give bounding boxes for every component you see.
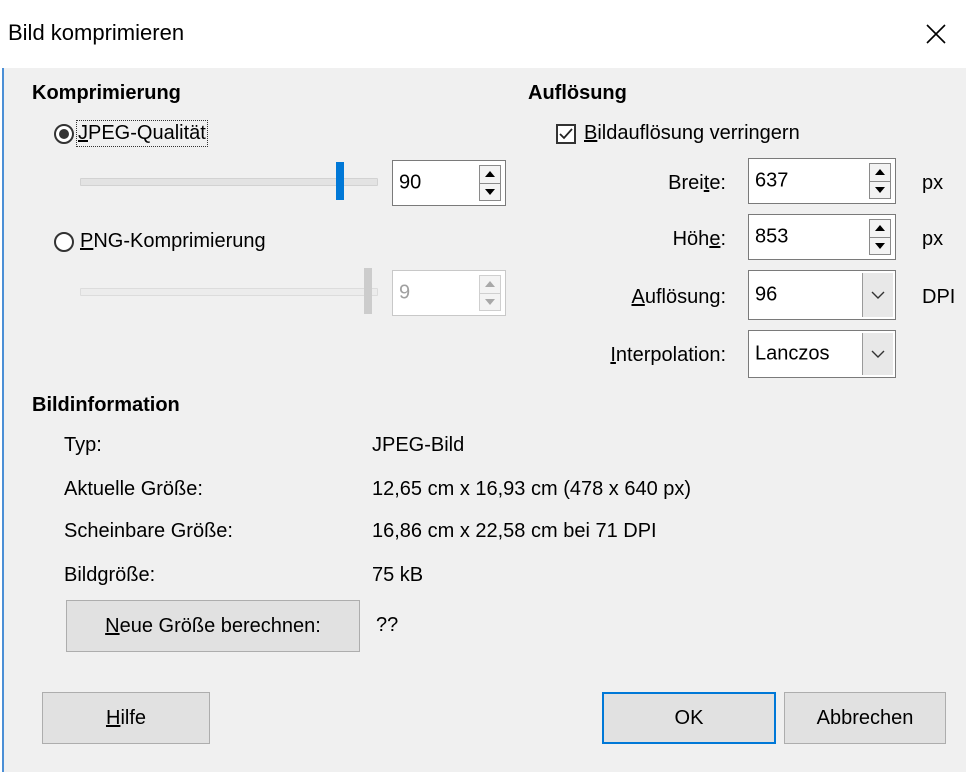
dialog-body: Komprimierung JPEG-Qualität 90 PNG-Kompr… <box>2 68 966 772</box>
calculate-new-size-label: Neue Größe berechnen: <box>105 614 321 637</box>
calculated-size-result: ?? <box>376 614 399 636</box>
jpeg-spin-up-button[interactable] <box>480 166 500 183</box>
arrow-up-icon <box>485 281 495 288</box>
dpi-dropdown-button[interactable] <box>862 273 893 317</box>
chevron-down-icon <box>871 350 885 358</box>
arrow-down-icon <box>875 242 885 249</box>
image-info-section-title: Bildinformation <box>32 394 180 416</box>
info-apparent-size-value: 16,86 cm x 22,58 cm bei 71 DPI <box>372 520 657 542</box>
arrow-down-icon <box>485 188 495 195</box>
help-label: Hilfe <box>105 706 147 729</box>
info-current-size-label: Aktuelle Größe: <box>64 478 203 500</box>
jpeg-quality-slider[interactable] <box>80 158 380 202</box>
jpeg-slider-thumb[interactable] <box>336 162 344 200</box>
reduce-resolution-check <box>556 123 576 144</box>
interpolation-combobox[interactable]: Lanczos <box>748 330 896 378</box>
jpeg-quality-label: JPEG-Qualität <box>76 120 208 147</box>
arrow-up-icon <box>875 225 885 232</box>
checkmark-icon <box>559 127 573 139</box>
close-button[interactable] <box>916 14 956 54</box>
arrow-down-icon <box>485 298 495 305</box>
calculate-new-size-button[interactable]: Neue Größe berechnen: <box>66 600 360 652</box>
dpi-label: Auflösung: <box>631 286 726 308</box>
height-spin-down-button[interactable] <box>870 236 890 255</box>
title-bar: Bild komprimieren <box>0 0 968 68</box>
png-radio-indicator <box>54 231 74 252</box>
arrow-up-icon <box>485 171 495 178</box>
interpolation-value[interactable]: Lanczos <box>755 343 830 366</box>
png-compression-radio[interactable]: PNG-Komprimierung <box>54 230 266 253</box>
width-label: Breite: <box>668 172 726 194</box>
info-current-size-value: 12,65 cm x 16,93 cm (478 x 640 px) <box>372 478 692 500</box>
interpolation-label: Interpolation: <box>610 344 726 366</box>
height-value[interactable]: 853 <box>755 226 788 249</box>
width-value[interactable]: 637 <box>755 170 788 193</box>
png-compression-label: PNG-Komprimierung <box>80 230 266 252</box>
resolution-section-title: Auflösung <box>528 82 627 104</box>
png-compression-slider[interactable] <box>80 266 380 314</box>
png-compression-spinbox[interactable]: 9 <box>392 270 506 316</box>
close-icon <box>926 24 946 44</box>
width-spin-up-button[interactable] <box>870 164 890 181</box>
dpi-value[interactable]: 96 <box>755 284 777 307</box>
png-slider-thumb[interactable] <box>364 268 372 314</box>
height-label: Höhe: <box>672 228 726 250</box>
compression-section-title: Komprimierung <box>32 82 181 104</box>
width-spinbox[interactable]: 637 <box>748 158 896 204</box>
info-apparent-size-label: Scheinbare Größe: <box>64 520 233 542</box>
reduce-resolution-checkbox[interactable]: Bildauflösung verringern <box>556 122 800 145</box>
width-unit: px <box>922 172 944 194</box>
jpeg-quality-spinbox[interactable]: 90 <box>392 160 506 206</box>
info-image-size-value: 75 kB <box>372 564 424 586</box>
help-button[interactable]: Hilfe <box>42 692 210 744</box>
jpeg-quality-radio[interactable]: JPEG-Qualität <box>54 120 208 147</box>
arrow-up-icon <box>875 169 885 176</box>
png-spin-up-button[interactable] <box>480 276 500 293</box>
png-compression-value[interactable]: 9 <box>399 282 410 305</box>
height-unit: px <box>922 228 944 250</box>
dpi-unit: DPI <box>922 286 956 308</box>
info-image-size-label: Bildgröße: <box>64 564 156 586</box>
cancel-button[interactable]: Abbrechen <box>784 692 946 744</box>
width-spin-down-button[interactable] <box>870 180 890 199</box>
chevron-down-icon <box>871 291 885 299</box>
jpeg-radio-indicator <box>54 123 74 144</box>
jpeg-spin-down-button[interactable] <box>480 182 500 201</box>
window-title: Bild komprimieren <box>8 20 185 45</box>
arrow-down-icon <box>875 186 885 193</box>
interpolation-dropdown-button[interactable] <box>862 333 893 375</box>
info-type-value: JPEG-Bild <box>372 434 465 456</box>
height-spin-up-button[interactable] <box>870 220 890 237</box>
png-spin-down-button[interactable] <box>480 292 500 311</box>
jpeg-quality-value[interactable]: 90 <box>399 172 421 195</box>
info-type-label: Typ: <box>64 434 102 456</box>
reduce-resolution-label: Bildauflösung verringern <box>584 122 800 144</box>
ok-button[interactable]: OK <box>602 692 776 744</box>
dpi-combobox[interactable]: 96 <box>748 270 896 320</box>
height-spinbox[interactable]: 853 <box>748 214 896 260</box>
